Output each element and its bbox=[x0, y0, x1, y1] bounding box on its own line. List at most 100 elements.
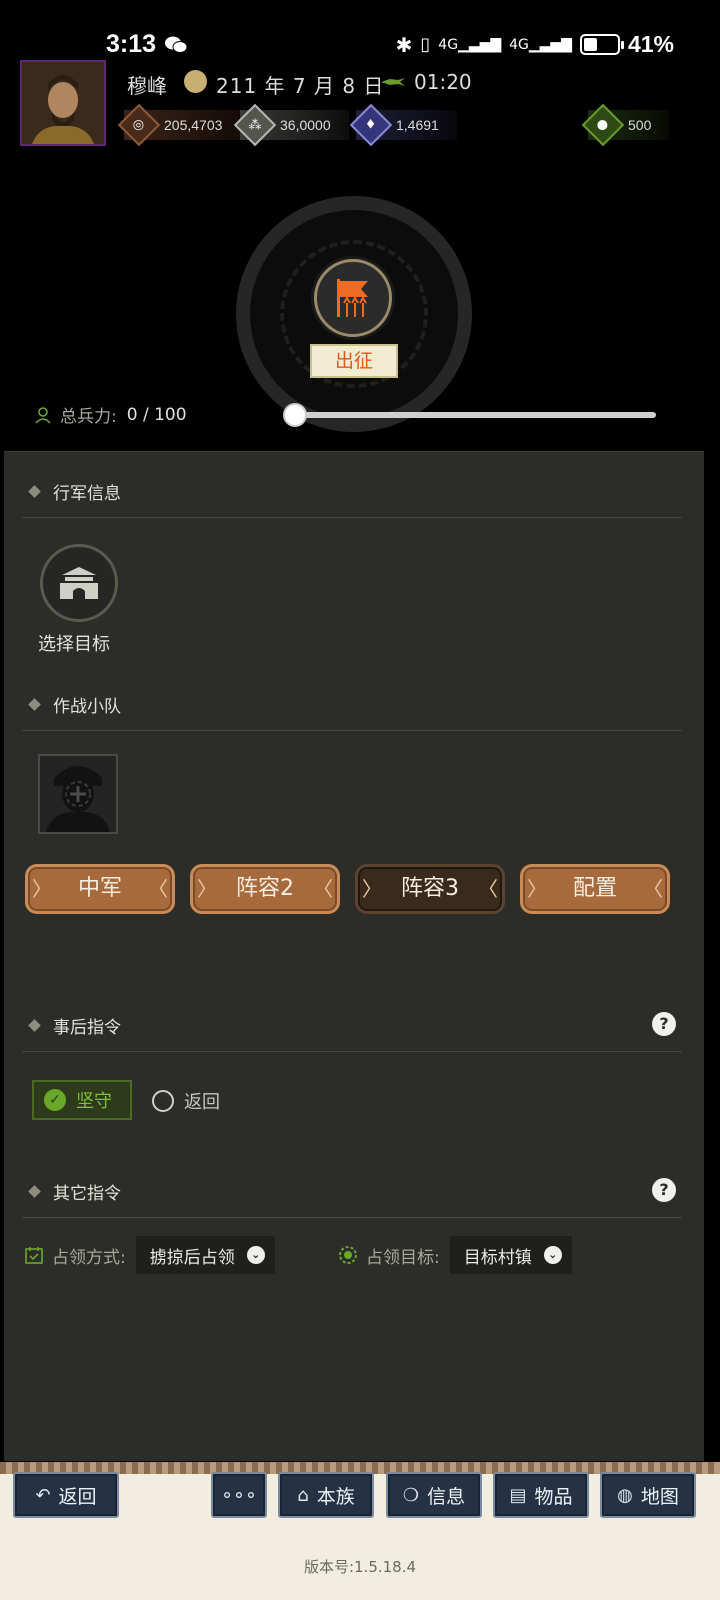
signal-4g-icon-2: 4G▁▃▅▇ bbox=[509, 36, 572, 53]
section-march-info-label: 行军信息 bbox=[53, 484, 121, 504]
troop-slider-thumb[interactable] bbox=[283, 403, 307, 427]
war-flag-icon bbox=[337, 279, 368, 317]
occupy-mode-dropdown[interactable]: 掳掠后占领 ⌄ bbox=[135, 1236, 275, 1274]
soldier-icon: ♦ bbox=[349, 103, 393, 147]
nav-map-label: 地图 bbox=[640, 1485, 679, 1508]
resource-soldier-value: 1,4691 bbox=[396, 117, 439, 133]
chat-bubble-icon: ❍ bbox=[402, 1484, 420, 1506]
money-bag-icon: ● bbox=[581, 103, 625, 147]
option-hold-label: 坚守 bbox=[76, 1091, 112, 1112]
troop-slider-track[interactable] bbox=[294, 412, 656, 418]
resource-money-value: 500 bbox=[628, 117, 652, 133]
tab-lineup-2[interactable]: 阵容2 bbox=[190, 864, 340, 914]
player-avatar[interactable] bbox=[20, 60, 106, 146]
section-after-orders: 事后指令 bbox=[28, 1013, 121, 1038]
resource-coins-value: 205,4703 bbox=[164, 117, 223, 133]
section-combat-squad: 作战小队 bbox=[28, 692, 121, 717]
section-other-orders-label: 其它指令 bbox=[53, 1184, 121, 1204]
help-icon[interactable]: ? bbox=[652, 1012, 676, 1036]
calendar-icon bbox=[184, 70, 207, 93]
nav-clan-button[interactable]: ⌂ 本族 bbox=[278, 1472, 374, 1518]
resource-soldier[interactable]: ♦ 1,4691 bbox=[349, 103, 457, 147]
divider bbox=[22, 517, 682, 518]
option-return[interactable]: 返回 bbox=[152, 1088, 220, 1114]
section-combat-squad-label: 作战小队 bbox=[53, 697, 121, 717]
target-badge-icon bbox=[339, 1246, 357, 1264]
resource-money[interactable]: ● 500 bbox=[581, 103, 670, 147]
nav-items-button[interactable]: ▤ 物品 bbox=[493, 1472, 589, 1518]
person-icon bbox=[35, 406, 51, 424]
march-label[interactable]: 出征 bbox=[310, 344, 398, 378]
resource-grain[interactable]: ⁂ 36,0000 bbox=[233, 103, 349, 147]
city-gate-icon bbox=[60, 567, 98, 599]
diamond-icon bbox=[28, 1019, 41, 1032]
nav-more-button[interactable]: ∘∘∘ bbox=[211, 1472, 267, 1518]
diamond-icon bbox=[28, 698, 41, 711]
nav-info-label: 信息 bbox=[427, 1485, 466, 1508]
occupy-mode-row: 占领方式: 掳掠后占领 ⌄ bbox=[24, 1236, 275, 1274]
chest-icon: ▤ bbox=[509, 1484, 527, 1506]
march-button[interactable] bbox=[314, 259, 392, 337]
troop-value: 0 / 100 bbox=[126, 404, 187, 425]
status-icons: ✱ ▯ 4G▁▃▅▇ 4G▁▃▅▇ 41% bbox=[396, 31, 674, 58]
diamond-icon bbox=[28, 485, 41, 498]
option-hold[interactable]: ✓ 坚守 bbox=[32, 1080, 132, 1120]
check-icon: ✓ bbox=[44, 1089, 66, 1111]
clan-icon: ⌂ bbox=[297, 1484, 309, 1506]
select-target-label: 选择目标 bbox=[38, 634, 110, 655]
chevron-down-icon: ⌄ bbox=[246, 1246, 265, 1264]
divider bbox=[22, 1051, 682, 1052]
troop-total: 总兵力: 0 / 100 bbox=[34, 402, 187, 427]
diamond-icon bbox=[28, 1185, 41, 1198]
tab-lineup-3[interactable]: 阵容3 bbox=[355, 864, 505, 914]
divider bbox=[22, 1217, 682, 1218]
select-target-button[interactable] bbox=[40, 544, 118, 622]
troop-label: 总兵力: bbox=[60, 407, 117, 427]
add-squad-slot[interactable] bbox=[38, 754, 118, 834]
tab-config[interactable]: 配置 bbox=[520, 864, 670, 914]
occupy-target-row: 占领目标: 目标村镇 ⌄ bbox=[338, 1236, 572, 1274]
radio-unchecked-icon bbox=[152, 1090, 174, 1112]
signal-4g-icon-1: 4G▁▃▅▇ bbox=[438, 36, 502, 53]
section-other-orders: 其它指令 bbox=[28, 1179, 121, 1204]
occupy-mode-value: 掳掠后占领 bbox=[149, 1247, 235, 1268]
help-icon[interactable]: ? bbox=[652, 1178, 676, 1202]
chevron-down-icon: ⌄ bbox=[543, 1246, 562, 1264]
occupy-target-label: 占领目标: bbox=[366, 1247, 440, 1268]
resource-coins[interactable]: ◎ 205,4703 bbox=[117, 103, 241, 147]
section-march-info: 行军信息 bbox=[28, 479, 121, 504]
nav-back-label: 返回 bbox=[58, 1485, 97, 1508]
resource-grain-value: 36,0000 bbox=[280, 117, 331, 133]
grain-icon: ⁂ bbox=[233, 103, 277, 147]
section-after-orders-label: 事后指令 bbox=[53, 1018, 121, 1038]
option-return-label: 返回 bbox=[184, 1092, 220, 1113]
coins-icon: ◎ bbox=[117, 103, 161, 147]
player-name: 穆峰 bbox=[127, 74, 167, 98]
status-bar: 3:13 ✱ ▯ 4G▁▃▅▇ 4G▁▃▅▇ 41% bbox=[0, 0, 720, 58]
divider bbox=[22, 730, 682, 731]
occupy-target-dropdown[interactable]: 目标村镇 ⌄ bbox=[449, 1236, 572, 1274]
game-time: 01:20 bbox=[414, 70, 472, 94]
bluetooth-icon: ✱ bbox=[395, 32, 413, 57]
nav-map-button[interactable]: ◍ 地图 bbox=[600, 1472, 696, 1518]
nav-info-button[interactable]: ❍ 信息 bbox=[386, 1472, 482, 1518]
calendar-check-icon bbox=[25, 1247, 43, 1264]
globe-icon: ◍ bbox=[617, 1484, 633, 1506]
more-dots-icon: ∘∘∘ bbox=[221, 1484, 257, 1506]
battery-icon bbox=[579, 34, 624, 55]
nav-back-button[interactable]: ↶ 返回 bbox=[13, 1472, 119, 1518]
portrait-icon bbox=[22, 62, 104, 144]
nav-clan-label: 本族 bbox=[316, 1485, 355, 1508]
lizard-clock-icon bbox=[381, 78, 405, 86]
status-time: 3:13 bbox=[106, 30, 157, 58]
undo-arrow-icon: ↶ bbox=[35, 1484, 51, 1506]
nav-items-label: 物品 bbox=[534, 1485, 573, 1508]
wechat-icon bbox=[165, 36, 188, 53]
tab-lineup-main[interactable]: 中军 bbox=[25, 864, 175, 914]
vibrate-icon: ▯ bbox=[420, 34, 431, 55]
occupy-target-value: 目标村镇 bbox=[463, 1247, 532, 1268]
version-label: 版本号:1.5.18.4 bbox=[303, 1558, 417, 1576]
add-general-icon bbox=[46, 766, 110, 832]
battery-percent: 41% bbox=[627, 31, 674, 57]
occupy-mode-label: 占领方式: bbox=[52, 1247, 126, 1268]
